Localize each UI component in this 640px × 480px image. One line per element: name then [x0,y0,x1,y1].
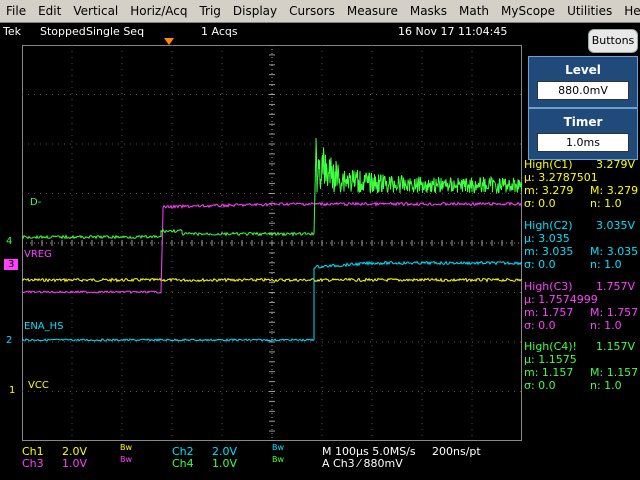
trigger-position-marker[interactable] [164,38,174,45]
measurement-row: σ: 0.0 n: 1.0 [524,319,638,332]
measurement-row: High(C1) 3.279V [524,158,638,171]
ch3-bw: Bw [120,455,133,464]
timer-value[interactable]: 1.0ms [537,133,629,152]
ch3-name[interactable]: Ch3 [22,457,44,470]
measurement-m: M: 3.279 [590,184,639,197]
ch1-ground-marker[interactable]: 1 [9,385,15,396]
ch4-ground-marker[interactable]: 4 [6,236,12,247]
measurement-block[interactable]: High(C1) 3.279V µ: 3.2787501 m: 3.279 M: 3.2… [524,158,638,210]
measurement-title: High(C3) [524,280,573,293]
measurement-mu: µ: 1.1575 [524,353,577,366]
measurement-value: 3.279V [596,158,636,171]
measurement-block[interactable]: High(C3) 1.757V µ: 1.7574999 m: 1.757 M: 1.7… [524,280,638,332]
graticule [22,45,522,441]
measurement-n: n: 1.0 [590,319,622,332]
menu-horiz-acq[interactable]: Horiz/Acq [124,0,193,22]
ch1-bw: Bw [120,443,133,452]
measurement-m: m: 3.035 [524,245,574,258]
measurement-m: M: 1.757 [590,306,639,319]
measurement-n: n: 1.0 [590,379,622,392]
ch2-ground-marker[interactable]: 2 [6,335,12,346]
measurement-row: m: 1.157 M: 1.157 [524,366,638,379]
ch3-ground-marker[interactable]: 3 [4,259,19,270]
measurement-n: n: 1.0 [590,197,622,210]
level-panel[interactable]: Level 880.0mV [528,56,638,108]
trace-label-d: D- [30,197,42,208]
measurement-block[interactable]: High(C2) 3.035V µ: 3.035 m: 3.035 M: 3.035 σ:… [524,219,638,271]
measurement-mu: µ: 3.2787501 [524,171,598,184]
menu-help[interactable]: Help [618,0,640,22]
ch4-bw: Bw [272,455,285,464]
trace-label-vreg: VREG [24,249,52,260]
ch4-scale[interactable]: 1.0V [212,457,237,470]
measurement-sigma: σ: 0.0 [524,197,556,210]
acq-mode: Single Seq [86,25,145,38]
acq-count: 1 Acqs [201,25,238,38]
measurement-value: 3.035V [596,219,636,232]
measurement-row: m: 1.757 M: 1.757 [524,306,638,319]
timer-panel[interactable]: Timer 1.0ms [528,108,638,160]
measurement-sigma: σ: 0.0 [524,319,556,332]
menu-masks[interactable]: Masks [404,0,453,22]
measurement-row: µ: 1.7574999 [524,293,638,306]
level-value[interactable]: 880.0mV [537,81,629,100]
measurement-mu: µ: 1.7574999 [524,293,598,306]
measurement-m: m: 1.157 [524,366,574,379]
measurement-sigma: σ: 0.0 [524,258,556,271]
acq-state: Stopped [40,25,86,38]
resolution-readout: 200ns/pt [432,445,481,458]
measurement-value: 1.157V [596,340,636,353]
trace-label-ena: ENA_HS [24,321,64,332]
status-bar: Tek Stopped Single Seq 1 Acqs 16 Nov 17 … [0,23,640,40]
buttons-button[interactable]: Buttons [588,29,638,53]
menu-cursors[interactable]: Cursors [283,0,341,22]
measurement-m: m: 3.279 [524,184,574,197]
measurement-row: High(C2) 3.035V [524,219,638,232]
measurement-row: m: 3.279 M: 3.279 [524,184,638,197]
measurement-row: µ: 3.035 [524,232,638,245]
measurement-row: σ: 0.0 n: 1.0 [524,197,638,210]
menu-edit[interactable]: Edit [32,0,67,22]
measurement-row: σ: 0.0 n: 1.0 [524,258,638,271]
menu-trig[interactable]: Trig [193,0,226,22]
menu-measure[interactable]: Measure [341,0,404,22]
menu-myscope[interactable]: MyScope [495,0,561,22]
ch2-bw: Bw [272,443,285,452]
ch4-name[interactable]: Ch4 [172,457,194,470]
brand-label: Tek [3,25,21,38]
measurement-mu: µ: 3.035 [524,232,570,245]
measurement-block[interactable]: High(C4)! 1.157V µ: 1.1575 m: 1.157 M: 1.157… [524,340,638,392]
measurement-row: µ: 3.2787501 [524,171,638,184]
measurement-n: n: 1.0 [590,258,622,271]
trigger-readout[interactable]: A Ch3 ⁄ 880mV [322,457,403,470]
measurement-m: M: 1.157 [590,366,639,379]
timer-title: Timer [563,115,603,129]
measurement-m: m: 1.757 [524,306,574,319]
measurement-value: 1.757V [596,280,636,293]
measurement-title: High(C1) [524,158,573,171]
measurement-title: High(C2) [524,219,573,232]
measurement-row: High(C4)! 1.157V [524,340,638,353]
menu-vertical[interactable]: Vertical [67,0,124,22]
menu-file[interactable]: File [0,0,32,22]
measurement-row: m: 3.035 M: 3.035 [524,245,638,258]
trace-label-vcc: VCC [28,380,49,391]
measurement-title: High(C4)! [524,340,577,353]
measurement-sigma: σ: 0.0 [524,379,556,392]
menu-display[interactable]: Display [227,0,283,22]
level-title: Level [565,63,601,77]
menu-bar: File Edit Vertical Horiz/Acq Trig Display Curs… [0,0,640,23]
measurement-m: M: 3.035 [590,245,639,258]
ch3-scale[interactable]: 1.0V [62,457,87,470]
measurement-row: High(C3) 1.757V [524,280,638,293]
measurement-row: µ: 1.1575 [524,353,638,366]
menu-utilities[interactable]: Utilities [561,0,618,22]
channel-readout-bar: Ch1 2.0V Bw Ch3 1.0V Bw Ch2 2.0V Bw Ch4 … [0,443,640,480]
menu-math[interactable]: Math [453,0,495,22]
measurement-row: σ: 0.0 n: 1.0 [524,379,638,392]
date-time: 16 Nov 17 11:04:45 [398,25,508,38]
